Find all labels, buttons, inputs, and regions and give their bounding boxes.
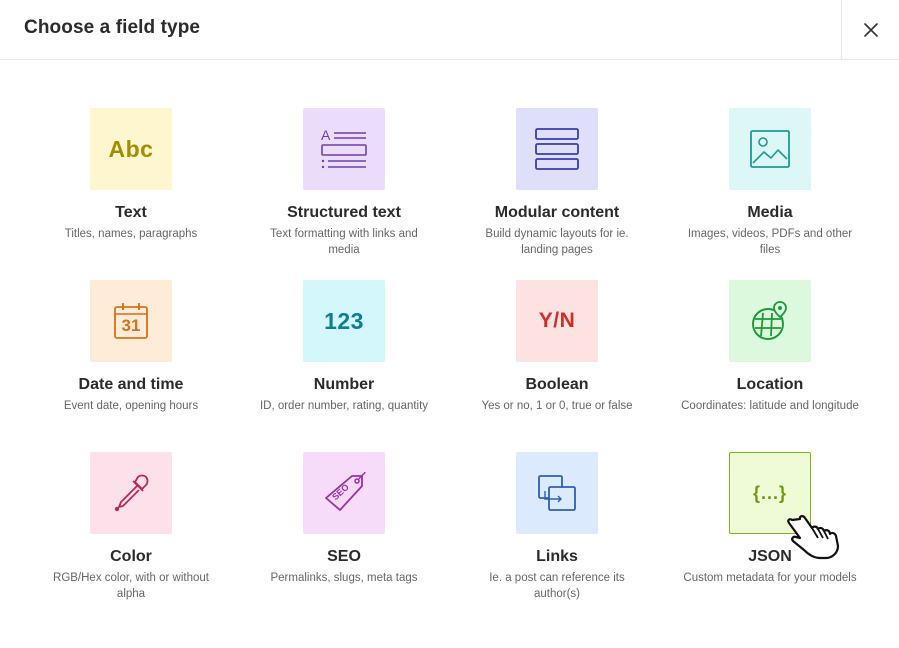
field-type-seo[interactable]: SEO SEO Permalinks, slugs, meta tags [244,452,444,612]
field-type-color[interactable]: Color RGB/Hex color, with or without alp… [31,452,231,612]
field-type-description: Yes or no, 1 or 0, true or false [481,400,633,412]
field-type-label: Number [313,376,375,393]
field-type-description: Titles, names, paragraphs [64,228,198,240]
image-icon [750,130,790,168]
field-type-boolean[interactable]: Y/N Boolean Yes or no, 1 or 0, true or f… [457,280,657,440]
field-type-label: Boolean [525,376,589,393]
field-type-grid: Abc Text Titles, names, paragraphs A Str… [0,0,899,648]
tile: A [303,108,385,190]
field-type-links[interactable]: Links Ie. a post can reference its autho… [457,452,657,612]
field-type-label: Date and time [78,376,184,393]
field-type-structured-text[interactable]: A Structured text Text formatting with l… [244,108,444,268]
field-type-label: Links [536,548,578,565]
field-type-description: Ie. a post can reference its author(s) [489,572,625,600]
tile [90,452,172,534]
field-type-label: Location [736,376,804,393]
field-type-description: Event date, opening hours [63,400,199,412]
tile [516,108,598,190]
link-reference-icon [538,475,576,511]
field-type-label: Color [110,548,152,565]
field-type-description: Custom metadata for your models [683,572,857,584]
field-type-number[interactable]: 123 Number ID, order number, rating, qua… [244,280,444,440]
json-braces-icon: {...} [752,482,787,503]
field-type-description: ID, order number, rating, quantity [259,400,429,412]
tile: SEO [303,452,385,534]
abc-icon: Abc [108,135,154,162]
field-type-location[interactable]: Location Coordinates: latitude and longi… [670,280,870,440]
calendar-icon: 31 [113,302,149,340]
field-type-label: Text [115,204,147,221]
yes-no-icon: Y/N [538,309,576,332]
field-type-description: Coordinates: latitude and longitude [681,400,859,412]
calendar-day: 31 [121,316,141,335]
field-type-media[interactable]: Media Images, videos, PDFs and other fil… [670,108,870,268]
modular-blocks-icon [535,128,579,170]
tile: 31 [90,280,172,362]
field-type-dialog: Choose a field type Abc Text Titles, nam… [0,0,899,648]
hand-pointer-icon [787,515,840,560]
field-type-label: SEO [327,548,361,565]
seo-tag-icon: SEO [322,472,366,514]
tile: Y/N [516,280,598,362]
field-type-description: Text formatting with links and media [270,228,418,256]
field-type-description: Build dynamic layouts for ie. landing pa… [485,228,629,256]
tile [729,108,811,190]
structured-text-icon: A [321,127,367,169]
field-type-label: Modular content [494,204,620,221]
field-type-description: Permalinks, slugs, meta tags [270,572,418,584]
svg-text:A: A [321,127,331,143]
field-type-modular-content[interactable]: Modular content Build dynamic layouts fo… [457,108,657,268]
field-type-description: RGB/Hex color, with or without alpha [53,572,209,600]
tile: Abc [90,108,172,190]
field-type-text[interactable]: Abc Text Titles, names, paragraphs [31,108,231,268]
globe-pin-icon [752,301,787,340]
field-type-label: Media [747,204,793,221]
tile [729,280,811,362]
tile [516,452,598,534]
tile: 123 [303,280,385,362]
field-type-date-and-time[interactable]: 31 Date and time Event date, opening hou… [31,280,231,440]
field-type-label: Structured text [287,204,401,221]
field-type-description: Images, videos, PDFs and other files [687,228,853,256]
eyedropper-icon [114,474,149,512]
number-icon: 123 [324,307,364,334]
